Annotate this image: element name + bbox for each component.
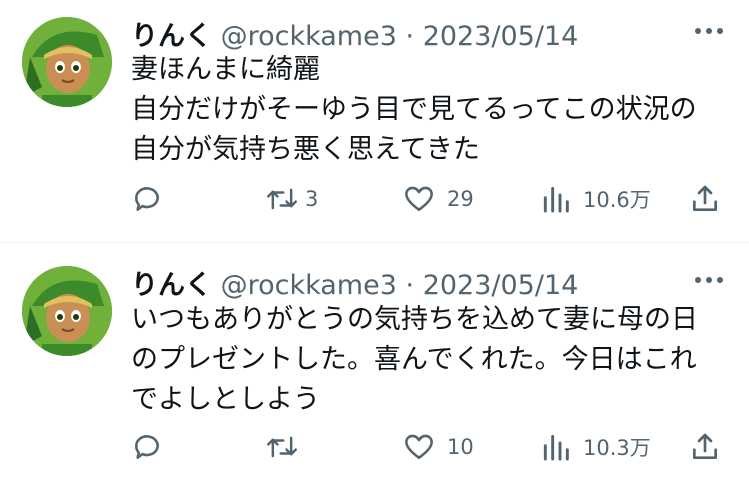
more-icon[interactable]	[695, 277, 723, 285]
retweet-icon	[267, 188, 297, 210]
reply-icon	[135, 187, 159, 211]
retweet-button[interactable]	[265, 427, 305, 467]
views-button[interactable]: 10.3万	[541, 427, 651, 467]
tweet-header: りんく @rockkame3 · 2023/05/14	[131, 263, 578, 302]
like-count: 10	[447, 435, 474, 459]
retweet-icon	[267, 436, 297, 458]
author-name[interactable]: りんく	[131, 270, 212, 301]
tweet-text-line: のプレゼントした。喜んでくれた。今日はこれ	[131, 344, 697, 375]
action-bar: 3 29 10.6万	[131, 179, 721, 219]
header-separator: ·	[405, 21, 415, 52]
tweet-text-line: でよしとしよう	[131, 384, 320, 415]
more-icon[interactable]	[695, 28, 723, 36]
share-icon	[693, 433, 717, 459]
tweet-text: 妻ほんまに綺麗 自分だけがそーゆう目で見てるってこの状況の 自分が気持ち悪く思え…	[131, 50, 697, 170]
author-name[interactable]: りんく	[131, 21, 212, 52]
tweet-text-line: 自分だけがそーゆう目で見てるってこの状況の	[131, 94, 697, 125]
views-count: 10.3万	[583, 436, 651, 460]
tweet-text-line: 自分が気持ち悪く思えてきた	[131, 134, 480, 165]
like-button[interactable]: 10	[403, 427, 474, 467]
tweet-date[interactable]: 2023/05/14	[423, 270, 579, 301]
reply-icon	[135, 435, 159, 459]
retweet-button[interactable]: 3	[265, 179, 318, 219]
views-count: 10.6万	[583, 188, 651, 212]
like-icon	[405, 434, 433, 459]
like-button[interactable]: 29	[403, 179, 474, 219]
tweet-date[interactable]: 2023/05/14	[423, 21, 579, 52]
tweet-text-line: 妻ほんまに綺麗	[131, 54, 320, 85]
share-icon	[693, 185, 717, 211]
reply-button[interactable]	[131, 179, 175, 219]
tweet-text-line: いつもありがとうの気持ちを込めて妻に母の日	[131, 304, 698, 335]
tweet-text: いつもありがとうの気持ちを込めて妻に母の日 のプレゼントした。喜んでくれた。今日…	[131, 300, 698, 420]
views-icon	[543, 434, 569, 461]
like-count: 29	[447, 187, 474, 211]
author-handle[interactable]: @rockkame3	[221, 21, 397, 52]
header-separator: ·	[405, 270, 415, 301]
tweet-header: りんく @rockkame3 · 2023/05/14	[131, 14, 578, 53]
author-handle[interactable]: @rockkame3	[221, 270, 397, 301]
avatar[interactable]	[22, 266, 112, 356]
tweet[interactable]: りんく @rockkame3 · 2023/05/14 妻ほんまに綺麗 自分だけ…	[0, 0, 749, 242]
views-button[interactable]: 10.6万	[541, 179, 651, 219]
reply-button[interactable]	[131, 427, 175, 467]
views-icon	[543, 186, 569, 213]
tweet[interactable]: りんく @rockkame3 · 2023/05/14 いつもありがとうの気持ち…	[0, 243, 749, 484]
share-button[interactable]	[689, 179, 721, 219]
share-button[interactable]	[689, 427, 721, 467]
action-bar: 10 10.3万	[131, 427, 721, 467]
avatar[interactable]	[22, 17, 112, 107]
retweet-count: 3	[305, 187, 319, 211]
like-icon	[405, 186, 433, 211]
